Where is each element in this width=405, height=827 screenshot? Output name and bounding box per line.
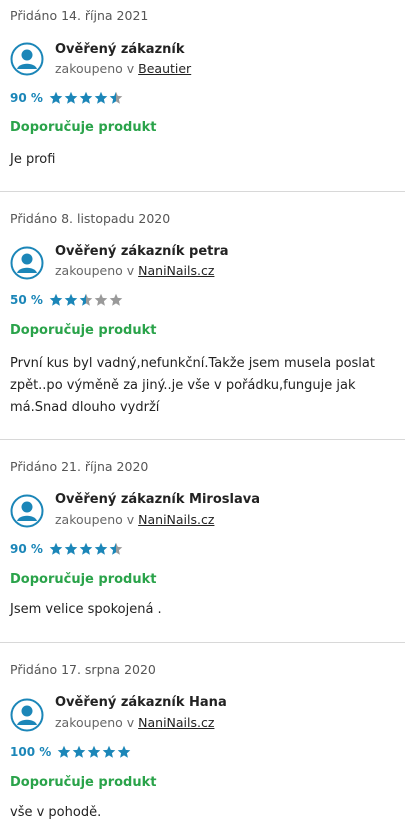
star-icon xyxy=(79,91,93,104)
star-rating xyxy=(49,293,123,307)
review-text: Jsem velice spokojená . xyxy=(10,602,162,617)
rating-percent: 50 % xyxy=(10,293,43,307)
review-date: Přidáno 17. srpna 2020 xyxy=(10,662,156,677)
review-date: Přidáno 14. října 2021 xyxy=(10,8,149,23)
star-icon xyxy=(94,542,108,555)
purchase-prefix: zakoupeno v xyxy=(55,263,135,278)
purchase-source: zakoupeno v NaniNails.cz xyxy=(55,715,214,731)
review-date: Přidáno 8. listopadu 2020 xyxy=(10,211,171,226)
review-item: Přidáno 17. srpna 2020 Ověřený zákazník … xyxy=(0,643,405,827)
review-text: První kus byl vadný,nefunkční.Takže jsem… xyxy=(10,356,375,415)
review-item: Přidáno 14. října 2021 Ověřený zákazník … xyxy=(0,0,405,192)
star-icon xyxy=(109,293,123,306)
star-icon xyxy=(109,91,123,104)
star-icon xyxy=(49,293,63,306)
recommend-label: Doporučuje produkt xyxy=(10,323,157,338)
star-icon xyxy=(79,542,93,555)
rating-percent: 90 % xyxy=(10,91,43,105)
recommend-label: Doporučuje produkt xyxy=(10,775,157,790)
star-icon xyxy=(94,91,108,104)
review-item: Přidáno 21. října 2020 Ověřený zákazník … xyxy=(0,440,405,643)
reviewer-name: Ověřený zákazník petra xyxy=(55,244,229,259)
purchase-prefix: zakoupeno v xyxy=(55,715,135,730)
shop-link[interactable]: NaniNails.cz xyxy=(138,512,214,527)
purchase-prefix: zakoupeno v xyxy=(55,61,135,76)
star-icon xyxy=(57,745,71,758)
star-rating xyxy=(57,745,131,759)
purchase-source: zakoupeno v NaniNails.cz xyxy=(55,263,214,279)
user-avatar-icon xyxy=(10,246,44,280)
star-icon xyxy=(94,293,108,306)
shop-link[interactable]: Beautier xyxy=(138,61,191,76)
star-icon xyxy=(79,293,93,306)
star-icon xyxy=(72,745,86,758)
review-text: Je profi xyxy=(10,152,56,167)
star-icon xyxy=(49,542,63,555)
purchase-prefix: zakoupeno v xyxy=(55,512,135,527)
reviewer-name: Ověřený zákazník Hana xyxy=(55,695,227,710)
review-item: Přidáno 8. listopadu 2020 Ověřený zákazn… xyxy=(0,192,405,440)
shop-link[interactable]: NaniNails.cz xyxy=(138,263,214,278)
user-avatar-icon xyxy=(10,42,44,76)
rating-percent: 90 % xyxy=(10,542,43,556)
star-icon xyxy=(64,542,78,555)
recommend-label: Doporučuje produkt xyxy=(10,572,157,587)
star-icon xyxy=(64,293,78,306)
user-avatar-icon xyxy=(10,698,44,732)
star-icon xyxy=(102,745,116,758)
reviewer-name: Ověřený zákazník Miroslava xyxy=(55,492,260,507)
recommend-label: Doporučuje produkt xyxy=(10,120,157,135)
star-icon xyxy=(109,542,123,555)
reviewer-name: Ověřený zákazník xyxy=(55,42,185,57)
star-icon xyxy=(87,745,101,758)
review-date: Přidáno 21. října 2020 xyxy=(10,459,149,474)
review-text: vše v pohodě. xyxy=(10,805,102,820)
purchase-source: zakoupeno v Beautier xyxy=(55,61,191,77)
star-rating xyxy=(49,542,123,556)
shop-link[interactable]: NaniNails.cz xyxy=(138,715,214,730)
rating-percent: 100 % xyxy=(10,745,52,759)
star-icon xyxy=(49,91,63,104)
user-avatar-icon xyxy=(10,494,44,528)
star-rating xyxy=(49,91,123,105)
star-icon xyxy=(64,91,78,104)
purchase-source: zakoupeno v NaniNails.cz xyxy=(55,512,214,528)
star-icon xyxy=(117,745,131,758)
